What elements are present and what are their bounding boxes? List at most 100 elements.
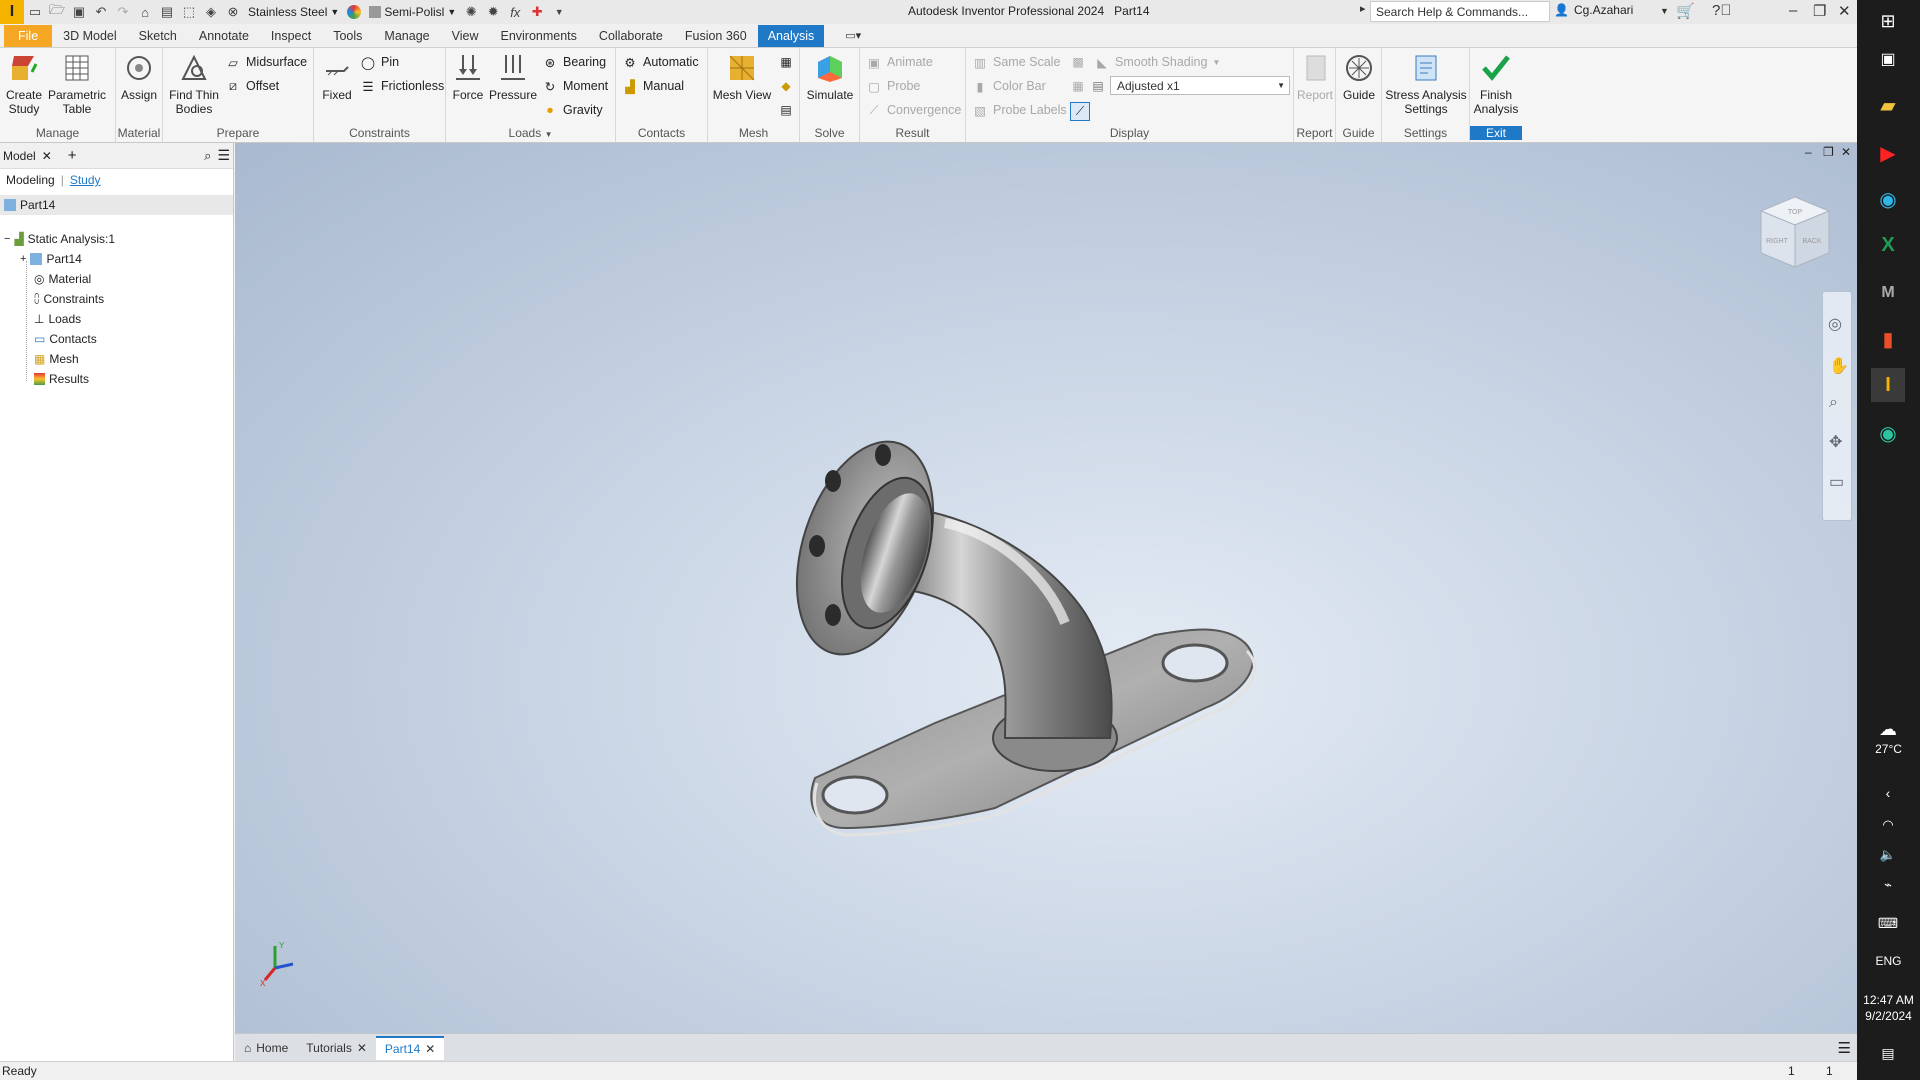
customize-icon[interactable]: ▼ <box>548 2 570 22</box>
search-icon[interactable]: ⌕ <box>204 148 211 164</box>
notifications-icon[interactable]: ▤ <box>1871 1036 1905 1070</box>
wifi-icon[interactable]: ◠ <box>1871 808 1905 842</box>
open-folder-icon[interactable]: 🗁 <box>46 2 68 22</box>
select-icon[interactable]: ⬚ <box>178 2 200 22</box>
create-study-button[interactable]: Create Study <box>2 51 46 116</box>
office-icon[interactable]: ▮ <box>1871 322 1905 356</box>
plus-icon[interactable]: ✚ <box>526 2 548 22</box>
local-mesh-icon[interactable]: ◆ <box>778 78 794 94</box>
moment-button[interactable]: ↻ Moment <box>542 76 608 96</box>
user-account[interactable]: 👤 Cg.Azahari <box>1554 3 1633 17</box>
tab-inspect[interactable]: Inspect <box>260 25 322 47</box>
tab-file[interactable]: File <box>4 24 53 47</box>
assign-button[interactable]: Assign <box>118 51 160 102</box>
close-icon[interactable]: ✕ <box>425 1042 435 1056</box>
panel-label-loads[interactable]: Loads ▼ <box>446 126 615 140</box>
help-icon[interactable]: ?⃝ <box>1712 2 1732 19</box>
parametric-table-button[interactable]: Parametric Table <box>46 51 108 116</box>
tabs-menu-icon[interactable]: ☰ <box>1838 1039 1851 1057</box>
youtube-icon[interactable]: ▶ <box>1871 136 1905 170</box>
undo-icon[interactable]: ↶ <box>90 2 112 22</box>
menu-icon[interactable]: ☰ <box>217 147 230 164</box>
inventor-logo-icon[interactable]: I <box>0 0 24 24</box>
close-icon[interactable]: ✕ <box>42 149 52 163</box>
probe-display-icon[interactable]: ⟋ <box>1070 102 1090 121</box>
part-model[interactable] <box>795 363 1555 1003</box>
viewport-restore-icon[interactable]: ❐ <box>1823 145 1834 159</box>
inventor-taskbar-icon[interactable]: I <box>1871 368 1905 402</box>
save-icon[interactable]: ▣ <box>68 2 90 22</box>
tree-item-material[interactable]: ◎ Material <box>34 269 91 289</box>
tab-view[interactable]: View <box>441 25 490 47</box>
plus-icon[interactable]: + <box>68 147 77 164</box>
tab-fusion-360[interactable]: Fusion 360 <box>674 25 758 47</box>
bearing-button[interactable]: ⊛ Bearing <box>542 52 606 72</box>
stress-analysis-settings-button[interactable]: Stress Analysis Settings <box>1384 51 1468 116</box>
pan-icon[interactable]: ✋ <box>1829 356 1849 376</box>
display-options-icon[interactable]: ▩ <box>1070 54 1086 70</box>
new-file-icon[interactable]: ▭ <box>24 2 46 22</box>
viewport-minimize-icon[interactable]: – <box>1805 145 1812 159</box>
tree-item-loads[interactable]: ⊥ Loads <box>34 309 81 329</box>
gravity-button[interactable]: ● Gravity <box>542 100 602 120</box>
tab-3d-model[interactable]: 3D Model <box>52 25 128 47</box>
weather-temp[interactable]: 27°C <box>1857 742 1920 756</box>
zoom-icon[interactable]: ⌕ <box>1829 394 1838 412</box>
search-arrow-icon[interactable]: ▸ <box>1360 2 1366 15</box>
tab-manage[interactable]: Manage <box>373 25 440 47</box>
clock-date[interactable]: 9/2/2024 <box>1857 1009 1920 1023</box>
language-indicator[interactable]: ENG <box>1857 954 1920 968</box>
mesh-view-button[interactable]: Mesh View <box>712 51 772 102</box>
file-explorer-icon[interactable]: ▰ <box>1871 88 1905 122</box>
pressure-button[interactable]: Pressure <box>488 51 538 102</box>
smooth-shading-dropdown[interactable]: ◣ Smooth Shading ▼ <box>1094 52 1220 72</box>
convergence-settings-icon[interactable]: ▤ <box>778 102 794 118</box>
panel-toggle-icon[interactable]: ▭▾ <box>834 25 872 47</box>
minimize-icon[interactable]: – <box>1789 2 1797 19</box>
tree-item-constraints[interactable]: ⩇ Constraints <box>34 289 104 309</box>
close-icon[interactable]: ✕ <box>357 1041 367 1055</box>
animate-button[interactable]: ▣ Animate <box>866 52 933 72</box>
color-bar-button[interactable]: ▮ Color Bar <box>972 76 1046 96</box>
close-icon[interactable]: ✕ <box>1838 2 1851 20</box>
appearance-icon[interactable]: ◈ <box>200 2 222 22</box>
clear-appearance-icon[interactable]: ✺ <box>460 2 482 22</box>
offset-button[interactable]: ⧄ Offset <box>225 76 279 96</box>
chevron-left-icon[interactable]: ‹ <box>1871 776 1905 810</box>
weather-icon[interactable]: ☁ <box>1871 712 1905 746</box>
viewport-close-icon[interactable]: ✕ <box>1841 145 1851 159</box>
tab-analysis[interactable]: Analysis <box>757 24 825 47</box>
find-thin-bodies-button[interactable]: Find Thin Bodies <box>167 51 221 116</box>
finish-analysis-button[interactable]: Finish Analysis <box>1472 51 1520 116</box>
simulate-button[interactable]: Simulate <box>804 51 856 102</box>
edge-icon[interactable]: ◉ <box>1871 182 1905 216</box>
study-link[interactable]: Study <box>70 173 101 187</box>
redo-icon[interactable]: ↷ <box>112 2 134 22</box>
clock-time[interactable]: 12:47 AM <box>1857 993 1920 1007</box>
tree-item-part14[interactable]: + Part14 <box>20 249 82 269</box>
look-at-icon[interactable]: ▭ <box>1829 472 1844 492</box>
excel-icon[interactable]: X <box>1871 228 1905 262</box>
guide-button[interactable]: Guide <box>1339 51 1379 102</box>
steering-wheel-icon[interactable]: ◎ <box>1828 314 1842 334</box>
tab-tutorials[interactable]: Tutorials ✕ <box>297 1036 376 1060</box>
manual-button[interactable]: ▟ Manual <box>622 76 684 96</box>
mesh-settings-icon[interactable]: ▦ <box>778 54 794 70</box>
pin-button[interactable]: ◯ Pin <box>360 52 399 72</box>
tab-annotate[interactable]: Annotate <box>188 25 260 47</box>
collapse-icon[interactable]: − <box>4 233 10 245</box>
graphics-viewport[interactable]: – ❐ ✕ TOP RIGHT BACK ◎ ✋ ⌕ ✥ ▭ Y X <box>235 143 1857 1033</box>
windows-start-icon[interactable]: ⊞ <box>1871 4 1905 38</box>
network-icon[interactable]: ⌁ <box>1871 868 1905 902</box>
deformation-icon[interactable]: ▤ <box>1090 78 1106 94</box>
project-icon[interactable]: ▤ <box>156 2 178 22</box>
force-button[interactable]: Force <box>448 51 488 102</box>
adjusted-scale-select[interactable]: Adjusted x1 ▼ <box>1110 76 1290 95</box>
tab-model[interactable]: Model <box>3 149 36 163</box>
tree-item-static-analysis[interactable]: − ▟ Static Analysis:1 <box>4 229 115 249</box>
boundary-icon[interactable]: ▦ <box>1070 78 1086 94</box>
fx-icon[interactable]: fx <box>504 2 526 22</box>
tree-item-mesh[interactable]: ▦ Mesh <box>34 349 79 369</box>
restore-icon[interactable]: ❐ <box>1813 2 1826 20</box>
app-m-icon[interactable]: M <box>1871 276 1905 310</box>
